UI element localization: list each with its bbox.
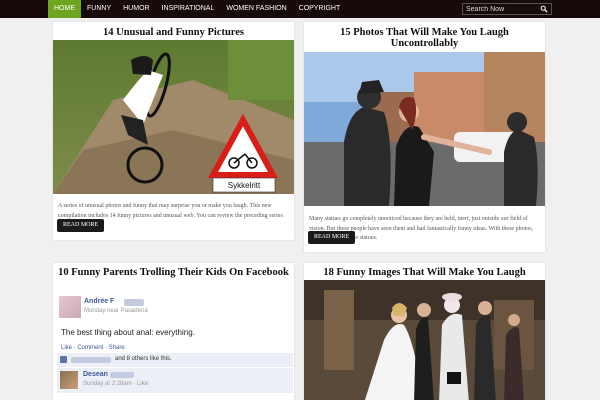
blurred-commenter	[110, 372, 134, 378]
nav-item-home[interactable]: Home	[48, 0, 81, 18]
search-box	[462, 3, 552, 15]
search-input[interactable]	[463, 4, 537, 14]
fb-comment: Desean Sunday at 2:28am · Like	[57, 367, 293, 393]
nav-item-women-fashion[interactable]: Women Fashion	[220, 0, 292, 18]
fb-post-text: The best thing about anal: everything.	[61, 328, 195, 337]
post-card-2: 15 Photos That Will Make You Laugh Uncon…	[304, 22, 545, 252]
blurred-name	[124, 299, 144, 306]
post-title-3[interactable]: 10 Funny Parents Trolling Their Kids On …	[53, 263, 294, 293]
sign-text: Sykkelritt	[228, 181, 261, 190]
commenter-avatar	[60, 371, 78, 389]
fb-likes-text: and 8 others like this.	[115, 356, 172, 362]
nav-item-funny[interactable]: Funny	[81, 0, 117, 18]
post-card-1: 14 Unusual and Funny Pictures Sykkelritt…	[53, 22, 294, 240]
search-icon[interactable]	[540, 5, 548, 13]
avatar	[59, 296, 81, 318]
post-title-4[interactable]: 18 Funny Images That Will Make You Laugh	[304, 263, 545, 280]
post-image-1[interactable]: Sykkelritt	[53, 40, 294, 194]
cyclist-crash-photo: Sykkelritt	[53, 40, 294, 194]
read-more-button-1[interactable]: Read More	[57, 219, 105, 232]
fb-post-meta: Monday near Pasadena	[84, 308, 148, 314]
fb-comment-meta: Sunday at 2:28am · Like	[83, 381, 149, 387]
post-card-3: 10 Funny Parents Trolling Their Kids On …	[53, 263, 294, 400]
fb-commenter-name: Desean	[83, 371, 108, 378]
fb-author-name: Andrée F	[84, 298, 115, 305]
fb-actions: Like · Comment · Share	[61, 345, 125, 351]
like-icon	[60, 356, 67, 363]
nav-item-copyright[interactable]: Copyright	[293, 0, 347, 18]
statue-kiss-photo	[304, 52, 545, 206]
post-image-2[interactable]	[304, 52, 545, 206]
blurred-liker	[71, 357, 111, 363]
post-title-1[interactable]: 14 Unusual and Funny Pictures	[53, 22, 294, 40]
fb-likes-bar: and 8 others like this.	[57, 353, 293, 367]
nav-item-humor[interactable]: Humor	[117, 0, 155, 18]
queen-wedding-photo	[304, 280, 545, 400]
post-title-2[interactable]: 15 Photos That Will Make You Laugh Uncon…	[304, 22, 545, 52]
main-nav: Home Funny Humor Inspirational Women Fas…	[48, 0, 346, 18]
post-card-4: 18 Funny Images That Will Make You Laugh	[304, 263, 545, 400]
read-more-button-2[interactable]: Read More	[308, 231, 356, 244]
nav-item-inspirational[interactable]: Inspirational	[156, 0, 221, 18]
facebook-post-screenshot[interactable]: Andrée F Monday near Pasadena The best t…	[53, 293, 294, 400]
post-image-4[interactable]	[304, 280, 545, 400]
